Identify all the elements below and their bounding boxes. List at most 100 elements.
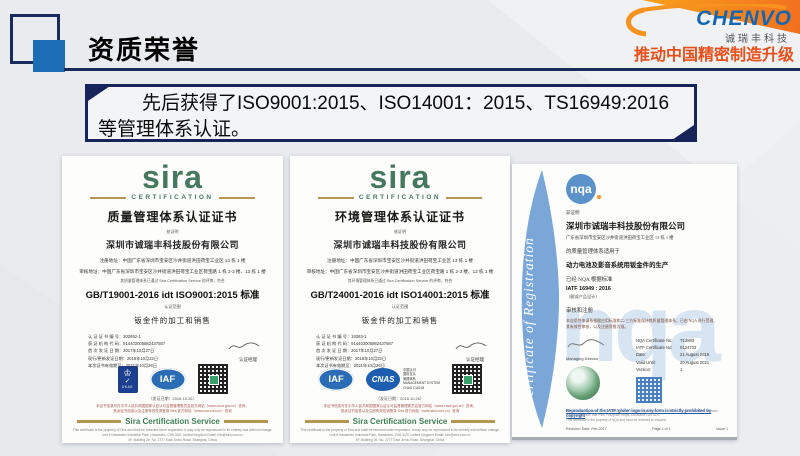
- standard-text: GB/T24001-2016 idt ISO14001:2015 标准: [310, 287, 489, 301]
- qr-code-icon: [452, 364, 482, 394]
- registered-line: 审核和注册: [566, 306, 728, 314]
- square-fill-decoration: [33, 40, 65, 72]
- gold-bar: [446, 197, 482, 200]
- sira-certification-label: CERTIFICATION: [359, 194, 441, 201]
- title-underline: [64, 68, 800, 71]
- detail-lines: 认 证 证 书 编 号：202652-1 获 证 机 构 代 码：9144030…: [88, 333, 165, 369]
- sira-footer-brand: Sira Certification Service: [77, 417, 268, 426]
- assessment-paragraph: 本自愿性申请系根据应用标准和二/三方标准保持其质量管理体系，已由 NQA 进行受…: [566, 318, 728, 330]
- page-label: Page 1 of 1: [652, 427, 670, 431]
- detail-line: 现行/更新发证日期：2018年10月22日: [316, 355, 393, 362]
- signature-and-details-row: Managing Director NQA Certificate No:T12…: [566, 337, 728, 403]
- check-icon: ✓: [125, 378, 131, 385]
- sira-logo: sira: [142, 162, 203, 192]
- intro-text: 先后获得了ISO9001:2015、ISO14001：2015、TS16949:…: [88, 87, 694, 142]
- issue-date-note: （发证日期：2018.10.26）: [148, 396, 196, 402]
- gold-bar: [224, 420, 268, 423]
- blue-band-decoration: [512, 168, 562, 430]
- company-slogan: 推动中国精密制造升级: [610, 41, 794, 65]
- cnas-text-block: 中国认可 国际互认 管理体系 MANAGEMENT SYSTEM CNAS C1…: [403, 368, 440, 391]
- gold-bar: [305, 420, 349, 423]
- logo-brand-text: CHENVO: [696, 7, 792, 31]
- certificate-of-registration-label: Certificate of Registration: [521, 190, 537, 406]
- gold-bar: [318, 197, 354, 200]
- audit-address: 审核地址：中国广东省深圳市宝安区沙井街道洪田荷宝工业区荷宝路 1 栋 2-3 楼…: [75, 268, 269, 275]
- certificate-details: 认 证 证 书 编 号：18363-1 获 证 机 构 代 码：91440300…: [290, 333, 510, 362]
- sira-certification-label: CERTIFICATION: [131, 194, 213, 201]
- certificate-title: 质量管理体系认证证书: [107, 208, 237, 225]
- detail-line: 获 证 机 构 代 码：914403005882437587: [316, 340, 393, 347]
- cnas-badge: CNAS 中国认可 国际互认 管理体系 MANAGEMENT SYSTEM CN…: [366, 368, 440, 391]
- scope-label: 认证范围: [392, 304, 409, 310]
- cnas-logo-icon: CNAS: [366, 368, 400, 391]
- intro-box: 先后获得了ISO9001:2015、ISO14001：2015、TS16949:…: [85, 84, 697, 142]
- sira-footer-brand: Sira Certification Service: [305, 417, 496, 426]
- certificate-details: 认 证 证 书 编 号：202652-1 获 证 机 构 代 码：9144030…: [62, 333, 283, 362]
- scope-label: 认证范围: [164, 304, 181, 310]
- issue-date-note: （发证日期：2018.10.26）: [376, 396, 424, 402]
- certificate-iso14001: sira CERTIFICATION 环境管理体系认证证书 兹证明 深圳市诚瑞丰…: [290, 156, 510, 443]
- certificate-details: NQA Certificate No:T12883 IATF Certifica…: [636, 337, 728, 373]
- standard-text: GB/T19001-2016 idt ISO9001:2015 标准: [86, 287, 260, 301]
- exclusion-note: （删减产品设计）: [566, 294, 728, 300]
- details-and-qr: NQA Certificate No:T12883 IATF Certifica…: [636, 337, 728, 403]
- audit-address: 审核地址：中国广东省深圳市宝安区沙井街道洪田荷宝工业区荷宝路 1 栋 2-3 楼…: [303, 268, 497, 275]
- verification-note: 本证书信息可在中华人民共和国国家认证认可监督管理委员会官方网站（www.cnca…: [70, 404, 276, 415]
- gold-bar: [77, 420, 121, 423]
- footer-bottom-row: Revision: Date: Feb 2017 Page 1 of 1 Iss…: [566, 427, 728, 431]
- crown-icon: ♔: [123, 369, 131, 378]
- certify-label: 兹证明: [566, 210, 728, 216]
- qr-code-icon: [198, 364, 228, 394]
- iaf-badge-icon: IAF: [318, 368, 354, 391]
- company-name: 深圳市诚瑞丰科技股份有限公司: [566, 220, 728, 232]
- certificate-scope: 钣金件的加工和销售: [362, 315, 439, 326]
- certify-label: 兹证明: [167, 229, 179, 235]
- company-logo: CHENVO 诚瑞丰科技: [610, 4, 796, 42]
- detail-lines: 认 证 证 书 编 号：18363-1 获 证 机 构 代 码：91440300…: [316, 333, 393, 369]
- certificate-scope: 钣金件的加工和销售: [134, 315, 211, 326]
- iaf-badge-icon: IAF: [150, 368, 186, 391]
- issue-label: Issue 1: [716, 427, 728, 431]
- assessment-note: 其质量管理体系已通过 Sira Certification Service 的评…: [120, 279, 224, 284]
- system-applies-line: 的质量管理体系适用于: [566, 247, 728, 255]
- certificate-iatf16949: nqa Certificate of Registration nqa 兹证明 …: [512, 164, 737, 440]
- certificate-title: 环境管理体系认证证书: [335, 208, 465, 225]
- verification-note: 本证书信息可在中华人民共和国国家认证认可监督管理委员会官方网站（www.cnca…: [298, 404, 503, 415]
- detail-line: 本次证书有效期至：2021年10月26日: [88, 362, 165, 369]
- registered-address: 注册地址：中国广东省深圳市宝安区沙井街道洪田荷宝工业区 13 栋 1 楼: [303, 257, 497, 264]
- certificate-iso9001: sira CERTIFICATION 质量管理体系认证证书 兹证明 深圳市诚瑞丰…: [62, 156, 283, 443]
- certify-label: 兹证明: [394, 229, 406, 235]
- managing-director-label: Managing Director: [566, 356, 636, 361]
- manager-label: 认证经理: [239, 357, 257, 363]
- detail-line: 认 证 证 书 编 号：18363-1: [316, 333, 393, 340]
- qr-code-icon: [636, 377, 662, 403]
- signature-block: Managing Director: [566, 337, 636, 400]
- company-name: 深圳市诚瑞丰科技股份有限公司: [106, 238, 239, 251]
- company-address: 广东省深圳市宝安区沙井街道洪田荷宝工业区 13 栋 1 楼: [566, 235, 728, 241]
- nqa-footer: NQA is a trading name of NQA Certificati…: [566, 409, 728, 431]
- signature-icon: [227, 339, 261, 353]
- revision-label: Revision: Date: Feb 2017: [566, 427, 607, 431]
- page-title: 资质荣誉: [88, 30, 200, 67]
- signature-icon: [566, 337, 606, 351]
- company-name: 深圳市诚瑞丰科技股份有限公司: [333, 238, 466, 251]
- standard-text: IATF 16949 : 2016: [566, 286, 728, 292]
- slide: 资质荣誉 CHENVO 诚瑞丰科技 推动中国精密制造升级 先后获得了ISO900…: [0, 0, 800, 456]
- nqa-content: nqa 兹证明 深圳市诚瑞丰科技股份有限公司 广东省深圳市宝安区沙井街道洪田荷宝…: [566, 174, 728, 433]
- detail-line: 现行/更新发证日期：2018年10月22日: [88, 355, 165, 362]
- intro-line-1: 先后获得了ISO9001:2015、ISO14001：2015、TS16949:…: [98, 91, 682, 117]
- ukas-badge-icon: ♔ ✓ UKAS: [118, 366, 138, 393]
- detail-line: 获 证 机 构 代 码：914403005882437587: [88, 340, 165, 347]
- intro-line-2: 等管理体系认证。: [98, 117, 682, 143]
- sira-certification-row: CERTIFICATION: [318, 194, 482, 201]
- sira-certification-row: CERTIFICATION: [90, 194, 254, 201]
- assessment-note: 其环境管理体系已通过 Sira Certification Service 的评…: [348, 279, 452, 284]
- detail-line: 认 证 证 书 编 号：202652-1: [88, 333, 165, 340]
- detail-line: 本次证书有效期至：2021年10月26日: [316, 362, 393, 369]
- standard-intro-line: 已经 NQA 根据标准: [566, 275, 728, 283]
- globe-icon: [566, 366, 600, 400]
- detail-line: 首 次 发 证 日 期：2017年10月27日: [316, 347, 393, 354]
- detail-line: 首 次 发 证 日 期：2017年10月27日: [88, 347, 165, 354]
- nqa-logo-icon: nqa: [566, 174, 596, 204]
- gold-bar: [451, 420, 495, 423]
